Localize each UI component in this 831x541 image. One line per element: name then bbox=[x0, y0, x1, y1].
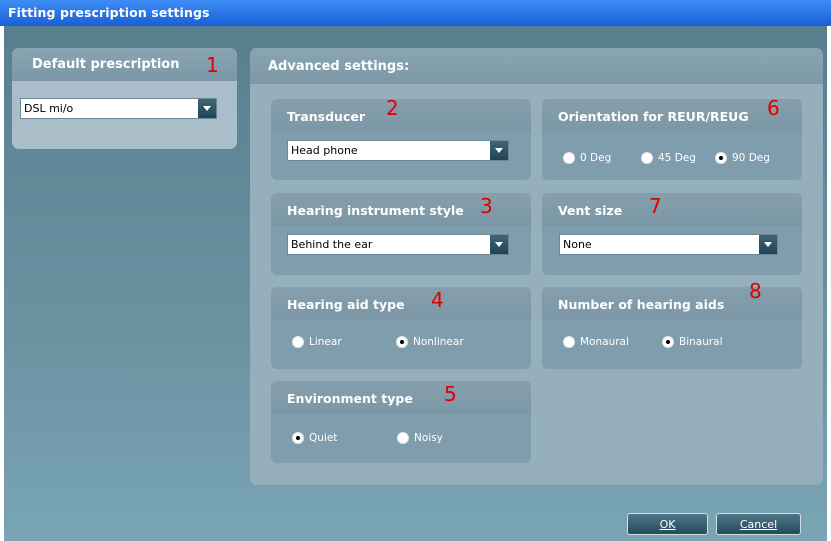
instrument-style-title: Hearing instrument style bbox=[287, 203, 464, 218]
num-aids-monaural-label: Monaural bbox=[580, 336, 629, 348]
aid-type-linear-radio[interactable]: Linear bbox=[292, 336, 342, 348]
instrument-style-select-value: Behind the ear bbox=[291, 238, 373, 251]
num-aids-binaural-label: Binaural bbox=[679, 336, 723, 348]
advanced-settings-title: Advanced settings: bbox=[268, 59, 410, 74]
radio-on-icon[interactable] bbox=[396, 336, 408, 348]
marker-3: 3 bbox=[480, 194, 493, 218]
radio-on-icon[interactable] bbox=[715, 152, 727, 164]
orientation-90deg-label: 90 Deg bbox=[732, 152, 770, 164]
radio-off-icon[interactable] bbox=[292, 336, 304, 348]
marker-7: 7 bbox=[649, 194, 662, 218]
marker-1: 1 bbox=[206, 53, 219, 77]
num-aids-binaural-radio[interactable]: Binaural bbox=[662, 336, 723, 348]
marker-4: 4 bbox=[431, 288, 444, 312]
marker-8: 8 bbox=[749, 279, 762, 303]
default-prescription-title: Default prescription bbox=[32, 57, 180, 72]
chevron-down-icon[interactable] bbox=[490, 141, 508, 160]
environment-group: Environment type bbox=[271, 381, 531, 463]
marker-6: 6 bbox=[767, 96, 780, 120]
chevron-down-icon[interactable] bbox=[490, 235, 508, 254]
orientation-group: Orientation for REUR/REUG bbox=[542, 99, 802, 180]
num-aids-monaural-radio[interactable]: Monaural bbox=[563, 336, 629, 348]
vent-size-title: Vent size bbox=[558, 203, 623, 218]
chevron-down-icon[interactable] bbox=[759, 235, 777, 254]
num-aids-title: Number of hearing aids bbox=[558, 297, 725, 312]
orientation-90deg-radio[interactable]: 90 Deg bbox=[715, 152, 770, 164]
orientation-0deg-radio[interactable]: 0 Deg bbox=[563, 152, 611, 164]
transducer-title: Transducer bbox=[287, 109, 365, 124]
environment-quiet-label: Quiet bbox=[309, 432, 338, 444]
vent-size-select[interactable]: None bbox=[559, 234, 778, 255]
environment-noisy-label: Noisy bbox=[414, 432, 443, 444]
aid-type-title: Hearing aid type bbox=[287, 297, 405, 312]
aid-type-group: Hearing aid type bbox=[271, 287, 531, 369]
aid-type-nonlinear-label: Nonlinear bbox=[413, 336, 464, 348]
radio-off-icon[interactable] bbox=[641, 152, 653, 164]
prescription-select[interactable]: DSL mi/o bbox=[20, 98, 217, 119]
radio-on-icon[interactable] bbox=[662, 336, 674, 348]
radio-off-icon[interactable] bbox=[397, 432, 409, 444]
orientation-45deg-radio[interactable]: 45 Deg bbox=[641, 152, 696, 164]
window-title: Fitting prescription settings bbox=[8, 5, 210, 20]
orientation-0deg-label: 0 Deg bbox=[580, 152, 612, 164]
prescription-select-value: DSL mi/o bbox=[24, 102, 74, 115]
transducer-select[interactable]: Head phone bbox=[287, 140, 509, 161]
radio-off-icon[interactable] bbox=[563, 152, 575, 164]
environment-quiet-radio[interactable]: Quiet bbox=[292, 432, 337, 444]
ok-button[interactable]: OK bbox=[627, 513, 708, 535]
chevron-down-icon[interactable] bbox=[198, 99, 216, 118]
environment-title: Environment type bbox=[287, 391, 413, 406]
transducer-select-value: Head phone bbox=[291, 144, 358, 157]
aid-type-linear-label: Linear bbox=[309, 336, 342, 348]
environment-noisy-radio[interactable]: Noisy bbox=[397, 432, 443, 444]
title-bar: Fitting prescription settings bbox=[0, 0, 831, 26]
num-aids-group: Number of hearing aids bbox=[542, 287, 802, 369]
orientation-title: Orientation for REUR/REUG bbox=[558, 109, 749, 124]
marker-2: 2 bbox=[386, 96, 399, 120]
marker-5: 5 bbox=[444, 382, 457, 406]
radio-on-icon[interactable] bbox=[292, 432, 304, 444]
aid-type-nonlinear-radio[interactable]: Nonlinear bbox=[396, 336, 464, 348]
orientation-45deg-label: 45 Deg bbox=[658, 152, 696, 164]
cancel-button[interactable]: Cancel bbox=[716, 513, 801, 535]
instrument-style-select[interactable]: Behind the ear bbox=[287, 234, 509, 255]
vent-size-select-value: None bbox=[563, 238, 592, 251]
radio-off-icon[interactable] bbox=[563, 336, 575, 348]
